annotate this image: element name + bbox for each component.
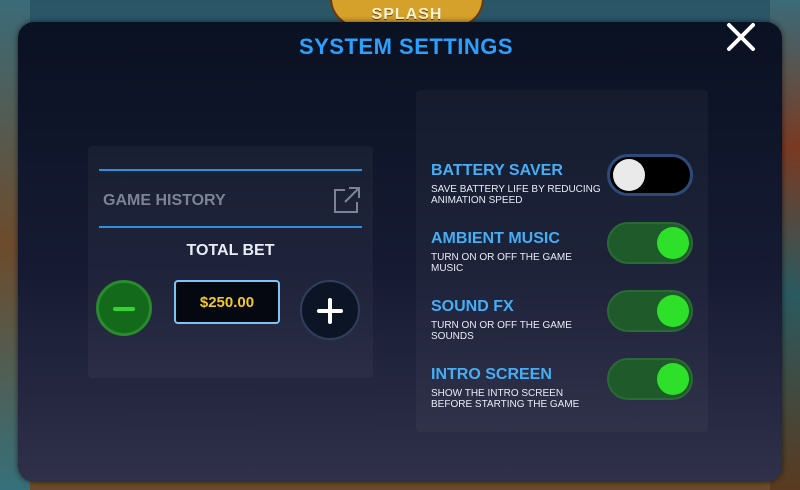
close-button[interactable] (724, 20, 758, 54)
total-bet-value: $250.00 (174, 280, 280, 324)
dialog-title: SYSTEM SETTINGS (298, 34, 514, 59)
intro-screen-toggle[interactable] (607, 358, 693, 400)
setting-intro-screen: INTRO SCREEN SHOW THE INTRO SCREEN BEFOR… (431, 358, 701, 426)
toggle-knob (657, 295, 689, 327)
minus-icon (113, 307, 135, 311)
divider-top (99, 169, 362, 171)
setting-title: INTRO SCREEN (431, 366, 552, 383)
divider-bottom (99, 226, 362, 228)
toggle-knob (657, 227, 689, 259)
setting-title: AMBIENT MUSIC (431, 230, 560, 247)
setting-description: TURN ON OR OFF THE GAME SOUNDS (431, 320, 572, 342)
setting-description: SHOW THE INTRO SCREEN BEFORE STARTING TH… (431, 388, 580, 410)
setting-description: SAVE BATTERY LIFE BY REDUCING ANIMATION … (431, 184, 601, 206)
increase-bet-button[interactable] (300, 280, 360, 340)
setting-battery-saver: BATTERY SAVER SAVE BATTERY LIFE BY REDUC… (431, 154, 701, 222)
setting-sound-fx: SOUND FX TURN ON OR OFF THE GAME SOUNDS (431, 290, 701, 358)
sound-fx-toggle[interactable] (607, 290, 693, 332)
toggle-knob (613, 159, 645, 191)
setting-title: BATTERY SAVER (431, 162, 563, 179)
bet-panel (88, 146, 373, 378)
game-history-label: GAME HISTORY (103, 192, 226, 209)
setting-description: TURN ON OR OFF THE GAME MUSIC (431, 252, 572, 274)
setting-title: SOUND FX (431, 298, 514, 315)
battery-saver-toggle[interactable] (607, 154, 693, 196)
external-link-icon (334, 187, 360, 213)
setting-ambient-music: AMBIENT MUSIC TURN ON OR OFF THE GAME MU… (431, 222, 701, 290)
toggle-knob (657, 363, 689, 395)
total-bet-label: TOTAL BET (186, 242, 275, 259)
decrease-bet-button[interactable] (96, 280, 152, 336)
close-icon (727, 23, 755, 51)
game-history-link[interactable]: GAME HISTORY (103, 187, 363, 214)
ambient-music-toggle[interactable] (607, 222, 693, 264)
